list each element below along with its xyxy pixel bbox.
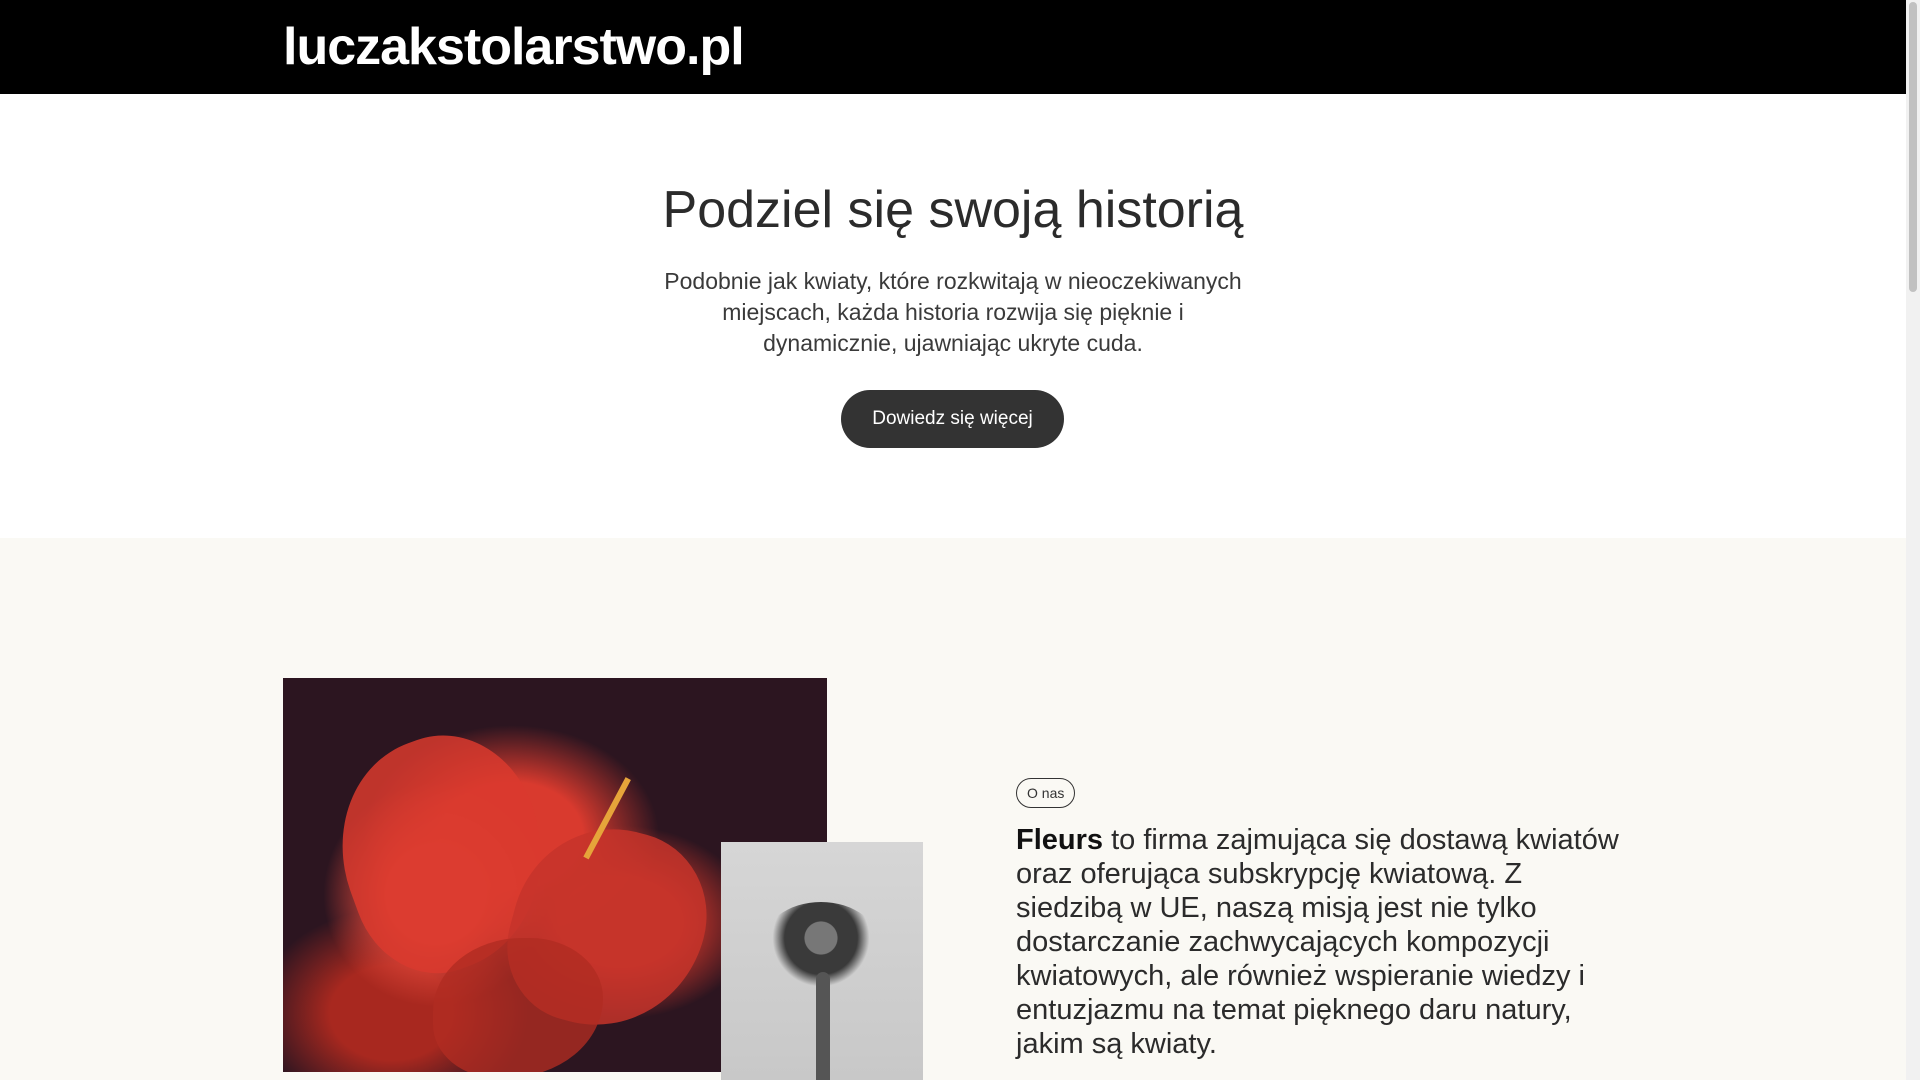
about-text: Fleurs to firma zajmująca się dostawą kw… bbox=[1016, 823, 1626, 1061]
page-scrollbar[interactable] bbox=[1906, 0, 1920, 1080]
brand-name: Fleurs bbox=[1016, 824, 1104, 856]
about-section: O nas Fleurs to firma zajmująca się dost… bbox=[0, 538, 1906, 1080]
hero-title: Podziel się swoją historią bbox=[662, 181, 1244, 239]
site-title[interactable]: luczakstolarstwo.pl bbox=[283, 16, 745, 78]
about-tag: O nas bbox=[1016, 778, 1076, 808]
about-description: to firma zajmująca się dostawą kwiatów o… bbox=[1016, 824, 1619, 1060]
hero-text: Podobnie jak kwiaty, które rozkwitają w … bbox=[664, 268, 1242, 356]
learn-more-button[interactable]: Dowiedz się więcej bbox=[841, 390, 1064, 448]
hero-section: Podziel się swoją historią Podobnie jak … bbox=[0, 94, 1906, 538]
flower-sketch-image bbox=[721, 842, 923, 1080]
scroll-thumb[interactable] bbox=[1909, 2, 1917, 292]
site-header: luczakstolarstwo.pl bbox=[0, 0, 1906, 94]
